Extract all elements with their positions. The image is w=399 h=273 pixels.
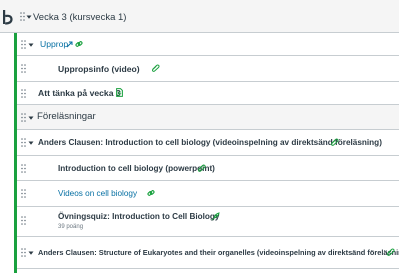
paperclip-icon: [197, 164, 206, 172]
chevron-down-icon[interactable]: [28, 115, 34, 121]
list-item-quiz[interactable]: Övningsquiz: Introduction to Cell Biolog…: [17, 207, 399, 237]
item-title[interactable]: Uppropsinfo (video): [58, 64, 140, 74]
paperclip-icon: [386, 248, 395, 256]
link-icon: [147, 189, 155, 197]
item-title[interactable]: Övningsquiz: Introduction to Cell Biolog…: [58, 212, 219, 221]
list-item-uppropsinfo[interactable]: Uppropsinfo (video): [17, 56, 399, 82]
item-title[interactable]: Att tänka på vecka 3: [38, 88, 121, 98]
drag-handle-icon[interactable]: [21, 138, 26, 147]
list-item-att-tanka[interactable]: Att tänka på vecka 3: [17, 82, 399, 105]
list-item-lecture-intro[interactable]: Anders Clausen: Introduction to cell bio…: [17, 130, 399, 156]
drag-handle-icon[interactable]: [21, 64, 26, 73]
item-title[interactable]: Videos on cell biology: [58, 189, 137, 198]
drag-handle-icon[interactable]: [21, 248, 26, 257]
module-header[interactable]: Vecka 3 (kursvecka 1): [0, 0, 399, 33]
list-item-powerpoint[interactable]: Introduction to cell biology (powerpoint…: [17, 156, 399, 181]
list-item-lecture-structure[interactable]: Anders Clausen: Structure of Eukaryotes …: [17, 237, 399, 269]
item-title[interactable]: Upprop: [40, 39, 68, 49]
chevron-down-icon[interactable]: [28, 42, 34, 48]
chevron-down-icon[interactable]: [28, 250, 34, 256]
external-link-icon: [66, 41, 73, 48]
drag-handle-icon[interactable]: [21, 89, 26, 98]
module-title[interactable]: Vecka 3 (kursvecka 1): [33, 12, 126, 23]
item-title[interactable]: Introduction to cell biology (powerpoint…: [58, 164, 215, 173]
chevron-down-icon[interactable]: [28, 140, 34, 146]
quiz-points: 39 poäng: [58, 224, 84, 230]
rocket-icon: [211, 212, 220, 221]
document-icon: [116, 88, 123, 97]
subheader-forelasningar[interactable]: Föreläsningar: [17, 105, 399, 130]
drag-handle-icon[interactable]: [20, 12, 25, 21]
drag-handle-icon[interactable]: [21, 40, 26, 49]
paperclip-icon: [330, 138, 339, 146]
list-item-upprop[interactable]: Upprop: [17, 33, 399, 56]
app-logo-icon: [2, 9, 14, 25]
link-icon: [75, 40, 83, 48]
chevron-down-icon[interactable]: [26, 14, 32, 20]
item-title[interactable]: Anders Clausen: Structure of Eukaryotes …: [38, 248, 399, 257]
drag-handle-icon[interactable]: [21, 189, 26, 198]
drag-handle-icon[interactable]: [21, 164, 26, 173]
drag-handle-icon[interactable]: [21, 113, 26, 122]
paperclip-icon: [151, 64, 160, 72]
list-item-videos[interactable]: Videos on cell biology: [17, 181, 399, 207]
drag-handle-icon[interactable]: [21, 216, 26, 225]
subheader-title[interactable]: Föreläsningar: [37, 111, 96, 122]
